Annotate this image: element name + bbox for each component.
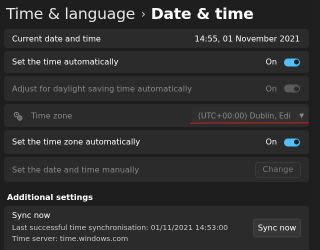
current-date-time-row: Current date and time 14:55, 01 November… xyxy=(4,29,309,48)
set-time-automatically-control: On xyxy=(266,58,300,67)
set-time-automatically-label: Set the time automatically xyxy=(12,57,119,67)
breadcrumb: Time & language › Date & time xyxy=(6,2,254,26)
time-zone-label: Time zone xyxy=(31,111,73,120)
daylight-saving-toggle xyxy=(284,84,300,93)
time-zone-icon xyxy=(13,111,23,121)
daylight-saving-control: On xyxy=(266,84,300,93)
daylight-saving-label: Adjust for daylight saving time automati… xyxy=(12,84,192,93)
additional-settings-heading: Additional settings xyxy=(7,193,93,202)
set-time-automatically-row: Set the time automatically On xyxy=(4,51,309,73)
page-title: Date & time xyxy=(150,5,254,23)
sync-now-title: Sync now xyxy=(12,211,51,220)
time-server-text: Time server: time.windows.com xyxy=(12,234,129,243)
set-time-automatically-toggle[interactable] xyxy=(284,58,300,66)
sync-now-row: Sync now Last successful time synchronis… xyxy=(4,206,309,250)
toggle-knob xyxy=(293,86,299,91)
set-time-zone-automatically-control: On xyxy=(266,138,300,147)
time-zone-selected-value: (UTC+00:00) Dublin, Edinburgh, Lisbon, L… xyxy=(198,111,290,120)
breadcrumb-time-language[interactable]: Time & language xyxy=(6,5,135,23)
set-time-zone-automatically-row: Set the time zone automatically On xyxy=(4,130,309,154)
current-date-time-value: 14:55, 01 November 2021 xyxy=(194,34,300,43)
change-button: Change xyxy=(255,161,301,178)
sync-now-button[interactable]: Sync now xyxy=(253,218,301,238)
daylight-saving-state: On xyxy=(265,84,277,93)
date-time-settings-page: Time & language › Date & time Current da… xyxy=(0,0,313,250)
toggle-knob xyxy=(293,139,299,145)
toggle-knob xyxy=(293,59,299,65)
set-time-zone-automatically-toggle[interactable] xyxy=(284,138,300,146)
last-sync-text: Last successful time synchronisation: 01… xyxy=(12,223,228,232)
set-date-time-manually-row: Set the date and time manually Change xyxy=(4,157,309,182)
daylight-saving-row: Adjust for daylight saving time automati… xyxy=(4,76,309,101)
current-date-time-label: Current date and time xyxy=(12,34,101,43)
set-time-automatically-state: On xyxy=(265,57,277,67)
set-date-time-manually-label: Set the date and time manually xyxy=(12,165,140,174)
set-time-zone-automatically-label: Set the time zone automatically xyxy=(12,137,141,147)
red-underline-annotation xyxy=(190,122,309,124)
set-time-zone-automatically-state: On xyxy=(265,137,277,147)
chevron-right-icon: › xyxy=(141,7,146,21)
chevron-down-icon: ▼ xyxy=(299,112,304,119)
